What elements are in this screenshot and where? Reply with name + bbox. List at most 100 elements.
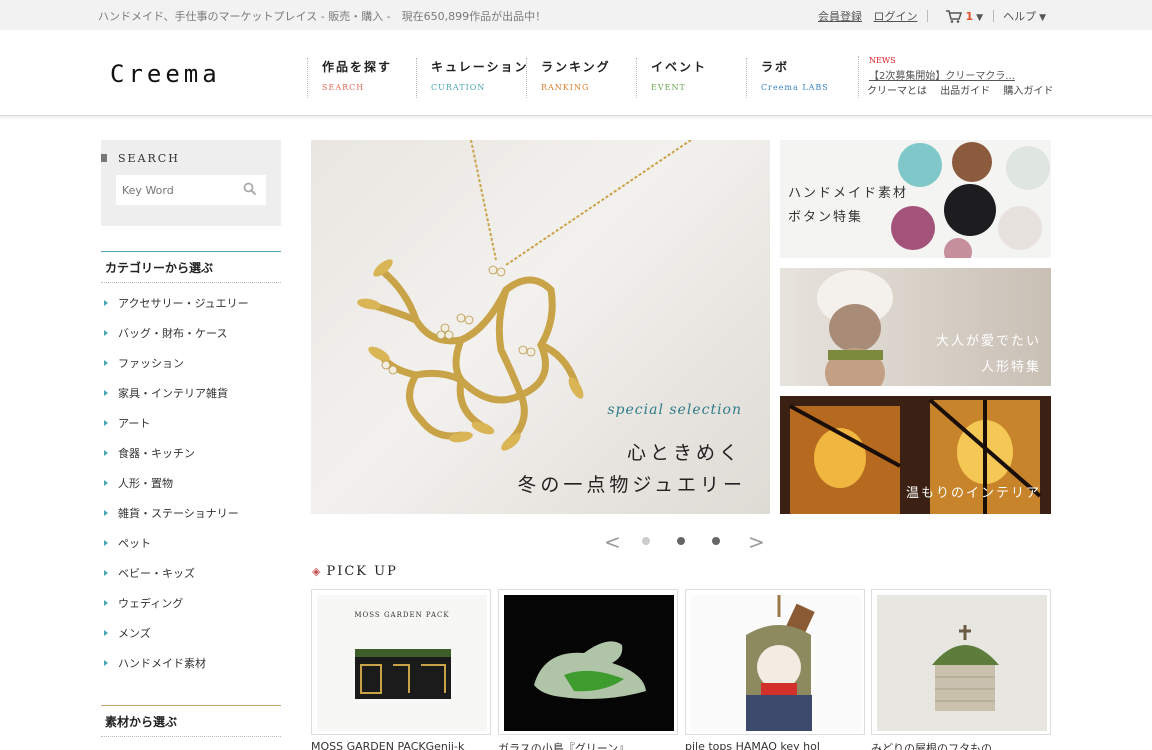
product-caption[interactable]: ガラスの小鳥『グリーン』 bbox=[498, 740, 678, 750]
banner-interior[interactable]: 温もりのインテリア bbox=[780, 396, 1051, 514]
arrow-right-icon bbox=[104, 570, 108, 576]
category-item[interactable]: 人形・置物 bbox=[104, 469, 284, 499]
slider-dot[interactable] bbox=[712, 537, 720, 545]
top-bar: ハンドメイド、手仕事のマーケットプレイス - 販売・購入 - 現在650,899… bbox=[0, 0, 1152, 30]
arrow-right-icon bbox=[104, 630, 108, 636]
category-item[interactable]: ペット bbox=[104, 529, 284, 559]
header-shadow bbox=[0, 116, 1152, 120]
category-item[interactable]: 食器・キッチン bbox=[104, 439, 284, 469]
site-logo[interactable]: Creema bbox=[110, 60, 221, 88]
diamond-icon: ◈ bbox=[312, 565, 323, 578]
nav-item-event[interactable]: イベント EVENT bbox=[636, 58, 707, 98]
arrow-right-icon bbox=[104, 450, 108, 456]
arrow-right-icon bbox=[104, 660, 108, 666]
category-label: メンズ bbox=[118, 627, 151, 640]
product-card[interactable] bbox=[871, 589, 1051, 735]
banner-text: ハンドメイド素材 bbox=[788, 186, 909, 201]
category-label: アクセサリー・ジュエリー bbox=[118, 297, 249, 310]
arrow-right-icon bbox=[104, 540, 108, 546]
arrow-right-icon bbox=[104, 480, 108, 486]
news-link[interactable]: 【2次募集開始】クリーマクラ... bbox=[869, 67, 1015, 82]
account-links: 会員登録 ログイン 1 ▼ ヘルプ ▼ bbox=[818, 8, 1046, 24]
pickup-heading: ◈ PICK UP bbox=[312, 564, 398, 579]
help-menu[interactable]: ヘルプ ▼ bbox=[1003, 10, 1046, 23]
hero-slide[interactable]: special selection 心ときめく 冬の一点物ジュエリー bbox=[311, 140, 770, 514]
slider-prev-button[interactable]: < bbox=[604, 530, 621, 554]
nav-label: ラボ bbox=[761, 60, 790, 74]
product-image: MOSS GARDEN PACK bbox=[317, 595, 487, 731]
nav-label: 作品を探す bbox=[322, 60, 393, 74]
category-list: アクセサリー・ジュエリー バッグ・財布・ケース ファッション 家具・インテリア雑… bbox=[104, 289, 284, 679]
product-card[interactable]: MOSS GARDEN PACK bbox=[311, 589, 491, 735]
banner-text: 人形特集 bbox=[980, 360, 1041, 375]
slider-dot[interactable] bbox=[642, 537, 650, 545]
category-item[interactable]: アクセサリー・ジュエリー bbox=[104, 289, 284, 319]
cart-button[interactable]: 1 ▼ bbox=[938, 10, 987, 23]
category-item[interactable]: メンズ bbox=[104, 619, 284, 649]
product-card[interactable] bbox=[685, 589, 865, 735]
nav-sublabel: CURATION bbox=[431, 83, 486, 92]
nav-item-ranking[interactable]: ランキング RANKING bbox=[526, 58, 611, 98]
category-heading: カテゴリーから選ぶ bbox=[101, 251, 281, 283]
pickup-title: PICK UP bbox=[326, 564, 398, 579]
guide-links: クリーマとは 出品ガイド 購入ガイド bbox=[867, 82, 1063, 97]
chevron-down-icon: ▼ bbox=[1039, 13, 1046, 23]
category-label: アート bbox=[118, 417, 151, 430]
site-header: Creema 作品を探す SEARCH キュレーション CURATION ランキ… bbox=[0, 30, 1152, 116]
search-title: SEARCH bbox=[101, 152, 180, 165]
category-item[interactable]: ハンドメイド素材 bbox=[104, 649, 284, 679]
help-label: ヘルプ bbox=[1003, 10, 1037, 23]
product-caption[interactable]: みどりの屋根のフタもの bbox=[871, 740, 1051, 750]
material-heading: 素材から選ぶ bbox=[101, 705, 281, 737]
category-item[interactable]: ウェディング bbox=[104, 589, 284, 619]
nav-label: ランキング bbox=[541, 60, 611, 74]
banner-text: 大人が愛でたい bbox=[935, 334, 1041, 349]
nav-sublabel: Creema LABS bbox=[761, 83, 829, 92]
hero-title-line1: 心ときめく bbox=[626, 442, 742, 464]
nav-item-curation[interactable]: キュレーション CURATION bbox=[416, 58, 529, 98]
category-label: 人形・置物 bbox=[118, 477, 173, 490]
category-item[interactable]: バッグ・財布・ケース bbox=[104, 319, 284, 349]
nav-sublabel: EVENT bbox=[651, 83, 686, 92]
category-item[interactable]: 雑貨・ステーショナリー bbox=[104, 499, 284, 529]
register-link[interactable]: 会員登録 bbox=[818, 10, 862, 23]
product-caption[interactable]: MOSS GARDEN PACKGenji-k bbox=[311, 740, 491, 750]
category-item[interactable]: ファッション bbox=[104, 349, 284, 379]
buyer-guide-link[interactable]: 購入ガイド bbox=[1003, 86, 1053, 97]
category-item[interactable]: ベビー・キッズ bbox=[104, 559, 284, 589]
seller-guide-link[interactable]: 出品ガイド bbox=[940, 86, 990, 97]
category-label: バッグ・財布・ケース bbox=[118, 327, 228, 340]
login-link[interactable]: ログイン bbox=[874, 10, 918, 23]
category-item[interactable]: 家具・インテリア雑貨 bbox=[104, 379, 284, 409]
site-tagline: ハンドメイド、手仕事のマーケットプレイス - 販売・購入 - 現在650,899… bbox=[98, 10, 547, 23]
search-icon[interactable] bbox=[243, 182, 257, 196]
nav-item-search[interactable]: 作品を探す SEARCH bbox=[307, 58, 392, 98]
banner-buttons[interactable]: ハンドメイド素材 ボタン特集 bbox=[780, 140, 1051, 258]
nav-label: キュレーション bbox=[431, 60, 529, 74]
cart-count: 1 bbox=[965, 10, 974, 23]
nav-sublabel: SEARCH bbox=[322, 83, 365, 92]
category-label: ベビー・キッズ bbox=[118, 567, 195, 580]
chevron-down-icon: ▼ bbox=[976, 13, 984, 23]
product-card[interactable] bbox=[498, 589, 678, 735]
category-label: 家具・インテリア雑貨 bbox=[118, 387, 228, 400]
nav-item-labs[interactable]: ラボ Creema LABS bbox=[746, 58, 829, 98]
news-label: NEWS bbox=[869, 56, 896, 65]
product-caption[interactable]: pile tops HAMAO key hol bbox=[685, 740, 865, 750]
category-label: ウェディング bbox=[118, 597, 184, 610]
banner-text: 温もりのインテリア bbox=[905, 486, 1041, 501]
product-image bbox=[877, 595, 1047, 731]
nav-sublabel: RANKING bbox=[541, 83, 590, 92]
slider-dot[interactable] bbox=[677, 537, 685, 545]
category-label: ハンドメイド素材 bbox=[118, 657, 206, 670]
cart-icon bbox=[945, 10, 962, 23]
banner-dolls[interactable]: 大人が愛でたい 人形特集 bbox=[780, 268, 1051, 386]
category-label: ファッション bbox=[118, 357, 184, 370]
product-image bbox=[504, 595, 674, 731]
slider-next-button[interactable]: > bbox=[748, 530, 765, 554]
about-link[interactable]: クリーマとは bbox=[867, 86, 927, 97]
hero-title-line2: 冬の一点物ジュエリー bbox=[517, 474, 746, 496]
category-item[interactable]: アート bbox=[104, 409, 284, 439]
arrow-right-icon bbox=[104, 420, 108, 426]
arrow-right-icon bbox=[104, 330, 108, 336]
